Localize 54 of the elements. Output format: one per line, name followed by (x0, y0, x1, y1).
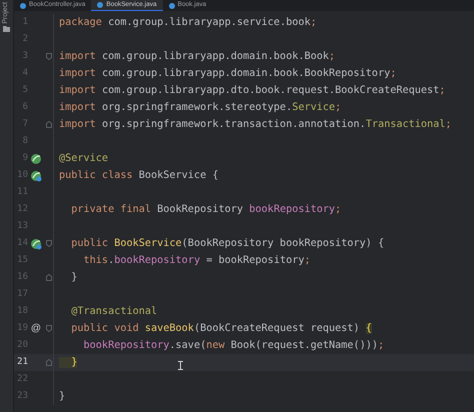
line-number: 5 (22, 84, 28, 97)
line-number: 6 (22, 100, 28, 114)
class-icon (168, 2, 175, 8)
code-line: import org.springframework.stereotype.Service; (59, 100, 342, 115)
code-line: import com.group.libraryapp.domain.book.Book; (59, 50, 336, 64)
line-number: 9 (22, 152, 28, 165)
line-number: 11 (16, 186, 28, 199)
line-number: 16 (16, 270, 28, 284)
class-icon (97, 2, 104, 8)
line-number: 1 (22, 16, 28, 29)
fold-icon[interactable] (46, 53, 52, 60)
folder-icon (3, 26, 10, 32)
line-number: 12 (16, 202, 28, 216)
line-number: 17 (16, 288, 28, 301)
code-line: public void saveBook(BookCreateRequest request) { (70, 322, 372, 336)
fold-icon[interactable] (46, 121, 52, 128)
fold-icon[interactable] (46, 325, 52, 332)
bean-icon[interactable] (30, 238, 42, 250)
code-line: this.bookRepository = bookRepository; (82, 254, 311, 268)
line-number: 18 (16, 304, 28, 318)
fold-icon[interactable] (46, 240, 52, 247)
line-number: 21 (16, 356, 28, 369)
code-line: package com.group.libraryapp.service.book; (59, 16, 317, 30)
code-line: } (59, 390, 66, 404)
code-line: public BookService(BookRepository bookRepository) { (70, 236, 384, 251)
code-line: private final BookRepository bookRepository; (70, 202, 342, 217)
text-cursor-icon (178, 361, 183, 370)
class-icon (20, 2, 26, 8)
line-number: 10 (16, 168, 28, 182)
fold-icon[interactable] (46, 359, 52, 366)
override-marker[interactable]: @ (30, 321, 42, 336)
code-line: import com.group.libraryapp.dto.book.request.BookCreateRequest; (59, 84, 446, 98)
code-line: @Service (59, 152, 108, 166)
line-number: 15 (16, 254, 28, 267)
line-number: 8 (22, 134, 28, 148)
line-number: 2 (22, 32, 28, 46)
line-number: 19 (16, 322, 28, 335)
line-number: 13 (16, 220, 28, 233)
code-line: @Transactional (70, 304, 158, 319)
code-line: public class BookService { (59, 168, 218, 183)
line-number: 20 (16, 338, 28, 352)
line-number: 23 (16, 390, 28, 403)
code-line: bookRepository.save(new Book(request.getName())); (82, 338, 384, 353)
line-number: 7 (22, 118, 28, 131)
bean-icon[interactable] (30, 152, 42, 164)
line-number: 4 (22, 66, 28, 80)
bean-icon[interactable] (30, 170, 42, 182)
line-number: 3 (22, 50, 28, 63)
fold-icon[interactable] (46, 274, 52, 281)
line-number: 14 (16, 236, 28, 250)
code-line: } (70, 270, 78, 285)
line-number: 22 (16, 372, 28, 386)
code-line: import org.springframework.transaction.annotation.Transactional; (59, 118, 452, 132)
code-line: import com.group.libraryapp.domain.book.BookRepository; (59, 66, 396, 81)
